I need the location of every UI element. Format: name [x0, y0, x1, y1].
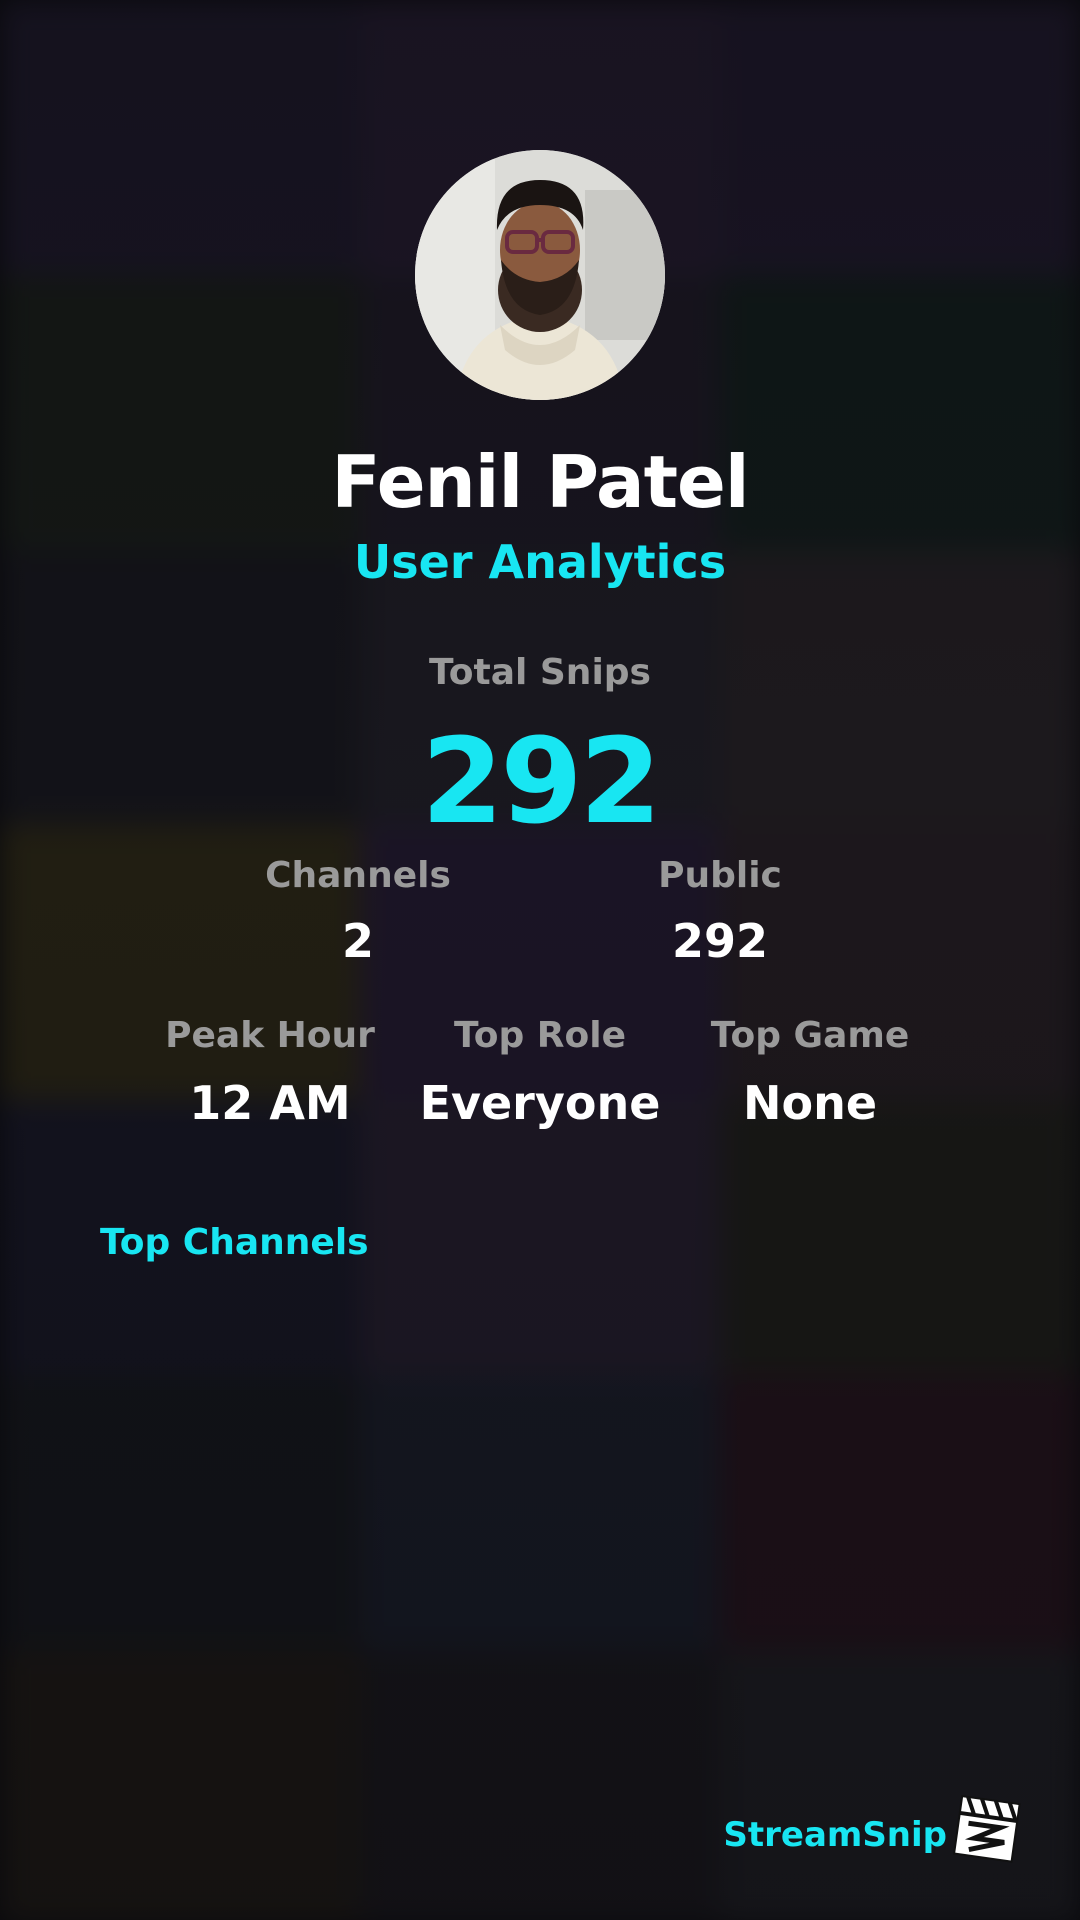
- stat-top-game: Top Game None: [670, 1015, 950, 1130]
- stat-public: Public 292: [600, 855, 840, 968]
- stat-label: Peak Hour: [165, 1015, 375, 1056]
- total-snips-value: 292: [421, 712, 661, 850]
- clapperboard-icon: [950, 1790, 1026, 1866]
- stat-value: 12 AM: [189, 1076, 351, 1130]
- stat-channels: Channels 2: [238, 855, 478, 968]
- stat-label: Public: [658, 855, 782, 896]
- top-channels-heading: Top Channels: [100, 1222, 369, 1263]
- analytics-card: Fenil Patel User Analytics Total Snips 2…: [0, 0, 1080, 1920]
- stat-label: Channels: [265, 855, 451, 896]
- total-snips-label: Total Snips: [429, 652, 651, 693]
- stat-peak-hour: Peak Hour 12 AM: [130, 1015, 410, 1130]
- stat-value: 2: [341, 914, 374, 968]
- brand-name: StreamSnip: [723, 1815, 947, 1855]
- stat-value: 292: [671, 914, 769, 968]
- avatar: [415, 150, 665, 400]
- stat-label: Top Game: [710, 1015, 910, 1056]
- stat-top-role: Top Role Everyone: [400, 1015, 680, 1130]
- stat-value: Everyone: [419, 1076, 661, 1130]
- stat-label: Top Role: [453, 1015, 627, 1056]
- user-name: Fenil Patel: [331, 440, 749, 524]
- page-subtitle: User Analytics: [353, 535, 727, 589]
- stat-value: None: [742, 1076, 878, 1130]
